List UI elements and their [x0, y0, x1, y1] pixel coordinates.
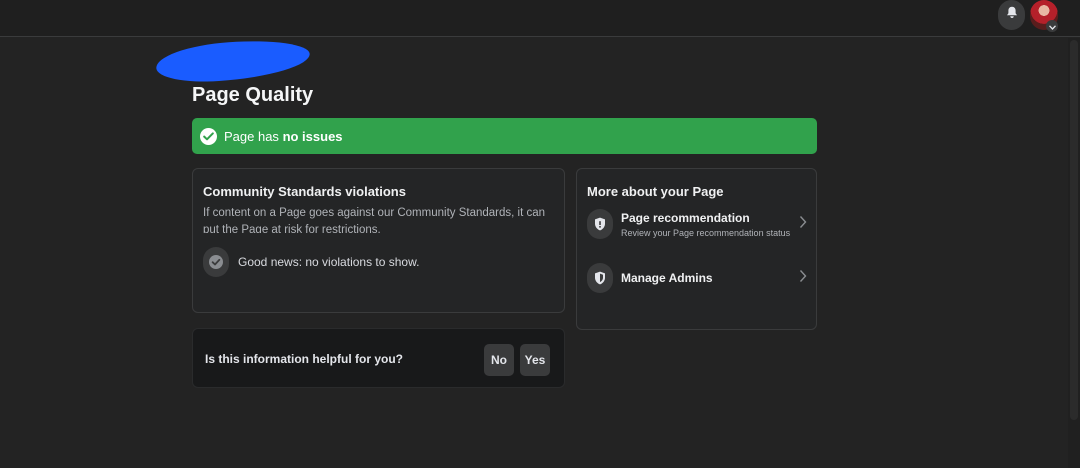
feedback-bar: Is this information helpful for you? No …	[192, 328, 565, 388]
shield-icon	[587, 209, 613, 239]
top-bar	[0, 0, 1080, 37]
chevron-right-icon	[799, 215, 807, 234]
violations-card: Community Standards violations If conten…	[192, 168, 565, 313]
more-heading: More about your Page	[587, 184, 724, 199]
chevron-right-icon	[799, 269, 807, 288]
status-banner: Page has no issues	[192, 118, 817, 154]
yes-button[interactable]: Yes	[520, 344, 550, 376]
notifications-button[interactable]	[998, 0, 1025, 30]
page-recommendation-item[interactable]: Page recommendation Review your Page rec…	[587, 209, 807, 239]
scrollbar-thumb[interactable]	[1070, 40, 1078, 420]
good-news-text: Good news: no violations to show.	[238, 255, 420, 269]
status-prefix: Page has	[224, 128, 279, 144]
more-about-page-card: More about your Page Page recommendation…	[576, 168, 817, 330]
good-news-row: Good news: no violations to show.	[203, 247, 419, 277]
bell-icon	[1006, 6, 1018, 24]
status-emphasis: no issues	[282, 128, 343, 144]
check-circle-icon	[203, 247, 229, 277]
status-text: Page has no issues	[224, 129, 343, 144]
violations-description: If content on a Page goes against our Co…	[203, 207, 546, 233]
page-recommendation-subtitle: Review your Page recommendation status	[621, 227, 791, 238]
manage-admins-item[interactable]: Manage Admins	[587, 263, 807, 293]
page-recommendation-title: Page recommendation	[621, 210, 750, 225]
no-button[interactable]: No	[484, 344, 514, 376]
feedback-question: Is this information helpful for you?	[205, 352, 403, 366]
shield-icon	[587, 263, 613, 293]
chevron-down-icon	[1048, 17, 1056, 35]
account-menu-button[interactable]	[1046, 20, 1058, 32]
page-title: Page Quality	[192, 84, 314, 106]
check-circle-icon	[200, 127, 217, 145]
violations-heading: Community Standards violations	[203, 184, 406, 199]
manage-admins-title: Manage Admins	[621, 271, 713, 285]
redaction-mark	[154, 36, 312, 86]
